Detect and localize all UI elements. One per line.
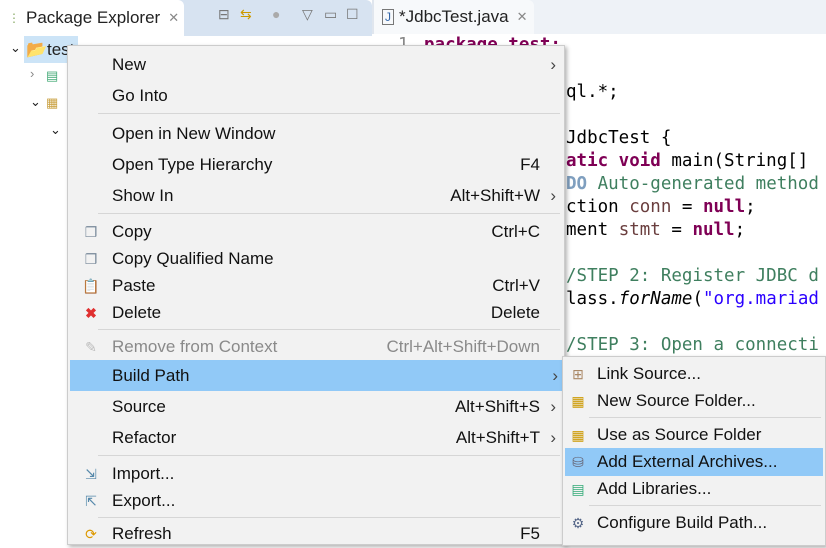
menu-item-new-source-folder[interactable]: ▦ New Source Folder... [565,387,823,415]
tab-label: *JdbcTest.java [399,7,509,26]
jar-icon: ⛁ [572,453,584,470]
minimize-icon[interactable]: ▭ [324,6,337,23]
chevron-right-icon[interactable]: › [30,66,34,81]
tab-jdbctest-java[interactable]: J *JdbcTest.java ✕ [374,0,534,34]
menu-item-open-type-hierarchy[interactable]: Open Type Hierarchy F4 [70,151,562,179]
menu-item-source[interactable]: Source Alt+Shift+S › [70,393,562,421]
menu-separator [98,113,560,114]
build-path-submenu: ⊞ Link Source... ▦ New Source Folder... ▦ U… [562,356,826,546]
code-line: atic void main(String[] [566,151,809,171]
menu-item-remove-from-context: ✎ Remove from Context Ctrl+Alt+Shift+Down [70,333,562,361]
refresh-icon: ⟳ [85,525,97,542]
chevron-right-icon: › [550,428,556,447]
code-line: ment stmt = null; [566,220,746,240]
copy-qualified-name-icon: ❐ [84,250,98,267]
code-line: /STEP 2: Register JDBC d [566,266,819,286]
tab-label: Package Explorer [26,8,161,27]
menu-item-go-into[interactable]: Go Into [70,82,562,110]
chevron-down-icon[interactable]: ⌄ [10,40,21,56]
close-icon[interactable]: ✕ [517,9,528,25]
project-folder-icon: 📂 [26,40,48,59]
link-source-icon: ⊞ [572,365,584,382]
menu-separator [98,517,560,518]
close-icon[interactable]: ✕ [168,10,179,26]
use-as-source-folder-icon: ▦ [571,426,585,443]
code-line: ction conn = null; [566,197,756,217]
code-line: JdbcTest { [566,128,672,148]
context-menu: New › Go Into Open in New Window Open Typ… [67,45,565,545]
menu-item-copy[interactable]: ❐ Copy Ctrl+C [70,218,562,246]
menu-separator [98,455,560,456]
chevron-right-icon: › [550,55,556,74]
menu-item-link-source[interactable]: ⊞ Link Source... [565,360,823,388]
menu-item-show-in[interactable]: Show In Alt+Shift+W › [70,182,562,210]
menu-item-delete[interactable]: ✖ Delete Delete [70,299,562,327]
copy-icon: ❐ [84,223,98,240]
library-icon: ▤ [46,68,59,83]
java-file-icon: J [382,9,394,25]
new-source-folder-icon: ▦ [571,392,585,409]
menu-item-import[interactable]: ⇲ Import... [70,460,562,488]
paste-icon: 📋 [82,277,100,294]
chevron-right-icon: › [550,186,556,205]
menu-item-build-path[interactable]: Build Path › [70,360,564,391]
menu-item-refresh[interactable]: ⟳ Refresh F5 [70,520,562,548]
menu-separator [98,329,560,330]
code-line: DO Auto-generated method [566,174,819,194]
menu-item-add-libraries[interactable]: ▤ Add Libraries... [565,475,823,503]
menu-item-copy-qualified-name[interactable]: ❐ Copy Qualified Name [70,245,562,273]
code-line: lass.forName("org.mariad [566,289,819,309]
menu-separator [589,505,821,506]
library-icon: ▤ [571,480,585,497]
code-line: ql.*; [566,82,619,102]
menu-item-configure-build-path[interactable]: ⚙ Configure Build Path... [565,509,823,537]
link-with-editor-icon[interactable]: ⇆ [240,6,252,23]
menu-item-add-external-archives[interactable]: ⛁ Add External Archives... [565,448,823,476]
chevron-right-icon: › [550,397,556,416]
chevron-right-icon: › [552,365,558,385]
tab-package-explorer[interactable]: ⋮ Package Explorer ✕ [0,0,184,36]
menu-item-new[interactable]: New › [70,51,562,79]
chevron-down-icon[interactable]: ⌄ [50,122,61,138]
menu-item-paste[interactable]: 📋 Paste Ctrl+V [70,272,562,300]
filter-icon[interactable]: ● [272,6,280,22]
code-line: /STEP 3: Open a connecti [566,335,819,355]
menu-item-refactor[interactable]: Refactor Alt+Shift+T › [70,424,562,452]
view-menu-icon[interactable]: ▽ [302,6,313,23]
package-explorer-icon: ⋮ [8,11,20,25]
export-icon: ⇱ [85,492,97,509]
delete-icon: ✖ [85,304,97,321]
source-folder-icon: ▦ [46,95,59,110]
configure-build-path-icon: ⚙ [571,514,585,531]
maximize-icon[interactable]: ☐ [346,6,359,23]
remove-context-icon: ✎ [85,338,97,355]
menu-item-export[interactable]: ⇱ Export... [70,487,562,515]
menu-item-use-as-source-folder[interactable]: ▦ Use as Source Folder [565,421,823,449]
menu-separator [589,417,821,418]
menu-separator [98,213,560,214]
collapse-all-icon[interactable]: ⊟ [218,6,230,23]
menu-item-open-in-new-window[interactable]: Open in New Window [70,120,562,148]
chevron-down-icon[interactable]: ⌄ [30,94,41,110]
import-icon: ⇲ [85,465,97,482]
